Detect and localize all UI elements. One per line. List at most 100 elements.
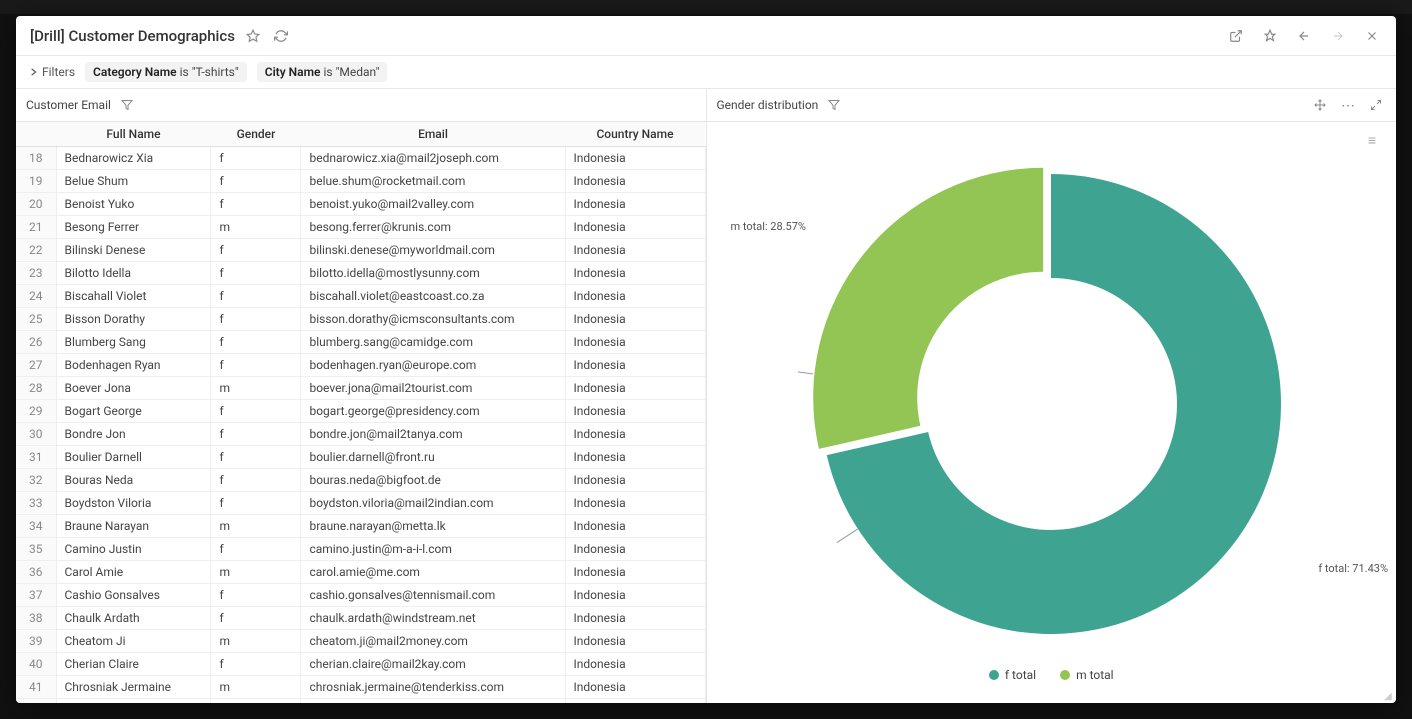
table-body: 18Bednarowicz Xiafbednarowicz.xia@mail2j… bbox=[16, 147, 705, 704]
open-external-icon[interactable] bbox=[1226, 26, 1246, 46]
resize-handle[interactable]: ◢ bbox=[1384, 691, 1394, 701]
cell-name: Bilotto Idella bbox=[56, 262, 211, 285]
table-row[interactable]: 36Carol Amiemcarol.amie@me.comIndonesia bbox=[16, 561, 705, 584]
donut-slice[interactable] bbox=[813, 167, 1043, 448]
cell-name: Benoist Yuko bbox=[56, 193, 211, 216]
cell-gender: f bbox=[211, 469, 301, 492]
move-icon[interactable] bbox=[1310, 95, 1330, 115]
cell-rownum: 27 bbox=[16, 354, 56, 377]
cell-gender: m bbox=[211, 216, 301, 239]
table-row[interactable]: 34Braune Narayanmbraune.narayan@metta.lk… bbox=[16, 515, 705, 538]
table-row[interactable]: 18Bednarowicz Xiafbednarowicz.xia@mail2j… bbox=[16, 147, 705, 170]
cell-name: Cheatom Ji bbox=[56, 630, 211, 653]
table-row[interactable]: 39Cheatom Jimcheatom.ji@mail2money.comIn… bbox=[16, 630, 705, 653]
left-pane: Customer Email Full Name Gender Email bbox=[16, 89, 706, 703]
filters-label-text: Filters bbox=[42, 65, 75, 79]
cell-name: Bodenhagen Ryan bbox=[56, 354, 211, 377]
cell-country: Indonesia bbox=[565, 239, 705, 262]
back-arrow-icon[interactable] bbox=[1294, 26, 1314, 46]
table-row[interactable]: 35Camino Justinfcamino.justin@m-a-i-l.co… bbox=[16, 538, 705, 561]
cell-gender: f bbox=[211, 354, 301, 377]
customer-table-scroll[interactable]: Full Name Gender Email Country Name 18Be… bbox=[16, 122, 706, 703]
table-row[interactable]: 33Boydston Viloriafboydston.viloria@mail… bbox=[16, 492, 705, 515]
filters-bar: Filters Category Name is "T-shirts" City… bbox=[16, 56, 1396, 89]
cell-name: Blumberg Sang bbox=[56, 331, 211, 354]
cell-name: Bondre Jon bbox=[56, 423, 211, 446]
cell-name: Biscahall Violet bbox=[56, 285, 211, 308]
forward-arrow-icon[interactable] bbox=[1328, 26, 1348, 46]
more-icon[interactable]: ⋯ bbox=[1338, 95, 1358, 115]
cell-email: carol.amie@me.com bbox=[301, 561, 565, 584]
cell-name: Besong Ferrer bbox=[56, 216, 211, 239]
cell-rownum: 21 bbox=[16, 216, 56, 239]
chevron-right-icon bbox=[30, 68, 38, 76]
cell-rownum: 20 bbox=[16, 193, 56, 216]
cell-email: camino.justin@m-a-i-l.com bbox=[301, 538, 565, 561]
table-row[interactable]: 40Cherian Clairefcherian.claire@mail2kay… bbox=[16, 653, 705, 676]
star-icon[interactable] bbox=[243, 26, 263, 46]
close-icon[interactable] bbox=[1362, 26, 1382, 46]
table-row[interactable]: 31Boulier Darnellfboulier.darnell@front.… bbox=[16, 446, 705, 469]
cell-name: Bednarowicz Xia bbox=[56, 147, 211, 170]
table-row[interactable]: 23Bilotto Idellafbilotto.idella@mostlysu… bbox=[16, 262, 705, 285]
cell-gender: f bbox=[211, 653, 301, 676]
refresh-icon[interactable] bbox=[271, 26, 291, 46]
cell-rownum: 23 bbox=[16, 262, 56, 285]
filter-chip[interactable]: Category Name is "T-shirts" bbox=[85, 62, 247, 82]
col-country[interactable]: Country Name bbox=[565, 122, 705, 147]
filter-chip[interactable]: City Name is "Medan" bbox=[257, 62, 388, 82]
cell-email: bondre.jon@mail2tanya.com bbox=[301, 423, 565, 446]
table-row[interactable]: 42Clatterbuck Francenemclatterbuck.franc… bbox=[16, 699, 705, 704]
table-row[interactable]: 41Chrosniak Jermainemchrosniak.jermaine@… bbox=[16, 676, 705, 699]
table-row[interactable]: 30Bondre Jonfbondre.jon@mail2tanya.comIn… bbox=[16, 423, 705, 446]
right-pane-title: Gender distribution bbox=[717, 98, 819, 112]
table-row[interactable]: 29Bogart Georgefbogart.george@presidency… bbox=[16, 400, 705, 423]
table-row[interactable]: 25Bisson Dorathyfbisson.dorathy@icmscons… bbox=[16, 308, 705, 331]
cell-country: Indonesia bbox=[565, 262, 705, 285]
cell-name: Chrosniak Jermaine bbox=[56, 676, 211, 699]
col-gender[interactable]: Gender bbox=[211, 122, 301, 147]
filter-icon[interactable] bbox=[117, 95, 137, 115]
cell-email: bednarowicz.xia@mail2joseph.com bbox=[301, 147, 565, 170]
table-row[interactable]: 37Cashio Gonsalvesfcashio.gonsalves@tenn… bbox=[16, 584, 705, 607]
table-row[interactable]: 27Bodenhagen Ryanfbodenhagen.ryan@europe… bbox=[16, 354, 705, 377]
table-row[interactable]: 19Belue Shumfbelue.shum@rocketmail.comIn… bbox=[16, 170, 705, 193]
cell-rownum: 28 bbox=[16, 377, 56, 400]
cell-rownum: 41 bbox=[16, 676, 56, 699]
col-fullname[interactable]: Full Name bbox=[56, 122, 211, 147]
cell-email: bisson.dorathy@icmsconsultants.com bbox=[301, 308, 565, 331]
cell-gender: m bbox=[211, 561, 301, 584]
table-row[interactable]: 28Boever Jonamboever.jona@mail2tourist.c… bbox=[16, 377, 705, 400]
cell-name: Clatterbuck Francene bbox=[56, 699, 211, 704]
cell-gender: f bbox=[211, 400, 301, 423]
expand-icon[interactable] bbox=[1366, 95, 1386, 115]
table-row[interactable]: 32Bouras Nedafbouras.neda@bigfoot.deIndo… bbox=[16, 469, 705, 492]
table-row[interactable]: 22Bilinski Denesefbilinski.denese@myworl… bbox=[16, 239, 705, 262]
table-row[interactable]: 21Besong Ferrermbesong.ferrer@krunis.com… bbox=[16, 216, 705, 239]
cell-email: cherian.claire@mail2kay.com bbox=[301, 653, 565, 676]
cell-name: Cashio Gonsalves bbox=[56, 584, 211, 607]
cell-gender: f bbox=[211, 538, 301, 561]
legend-item-f[interactable]: f total bbox=[989, 668, 1036, 682]
cell-email: chrosniak.jermaine@tenderkiss.com bbox=[301, 676, 565, 699]
chart-menu-icon[interactable]: ≡ bbox=[1362, 130, 1382, 150]
table-row[interactable]: 26Blumberg Sangfblumberg.sang@camidge.co… bbox=[16, 331, 705, 354]
table-row[interactable]: 20Benoist Yukofbenoist.yuko@mail2valley.… bbox=[16, 193, 705, 216]
pin-icon[interactable] bbox=[1260, 26, 1280, 46]
cell-country: Indonesia bbox=[565, 630, 705, 653]
donut-svg bbox=[771, 144, 1331, 664]
donut-chart[interactable]: ≡ m total: 28.57% f total: 71.43% f tota… bbox=[707, 122, 1397, 703]
col-rownum[interactable] bbox=[16, 122, 56, 147]
cell-country: Indonesia bbox=[565, 147, 705, 170]
filter-icon[interactable] bbox=[824, 95, 844, 115]
cell-gender: m bbox=[211, 377, 301, 400]
col-email[interactable]: Email bbox=[301, 122, 565, 147]
cell-country: Indonesia bbox=[565, 193, 705, 216]
filters-toggle[interactable]: Filters bbox=[30, 65, 75, 79]
legend-item-m[interactable]: m total bbox=[1060, 668, 1114, 682]
app-topbar-dim bbox=[0, 0, 1412, 14]
cell-gender: f bbox=[211, 147, 301, 170]
table-row[interactable]: 38Chaulk Ardathfchaulk.ardath@windstream… bbox=[16, 607, 705, 630]
table-row[interactable]: 24Biscahall Violetfbiscahall.violet@east… bbox=[16, 285, 705, 308]
modal-header: [Drill] Customer Demographics bbox=[16, 16, 1396, 56]
